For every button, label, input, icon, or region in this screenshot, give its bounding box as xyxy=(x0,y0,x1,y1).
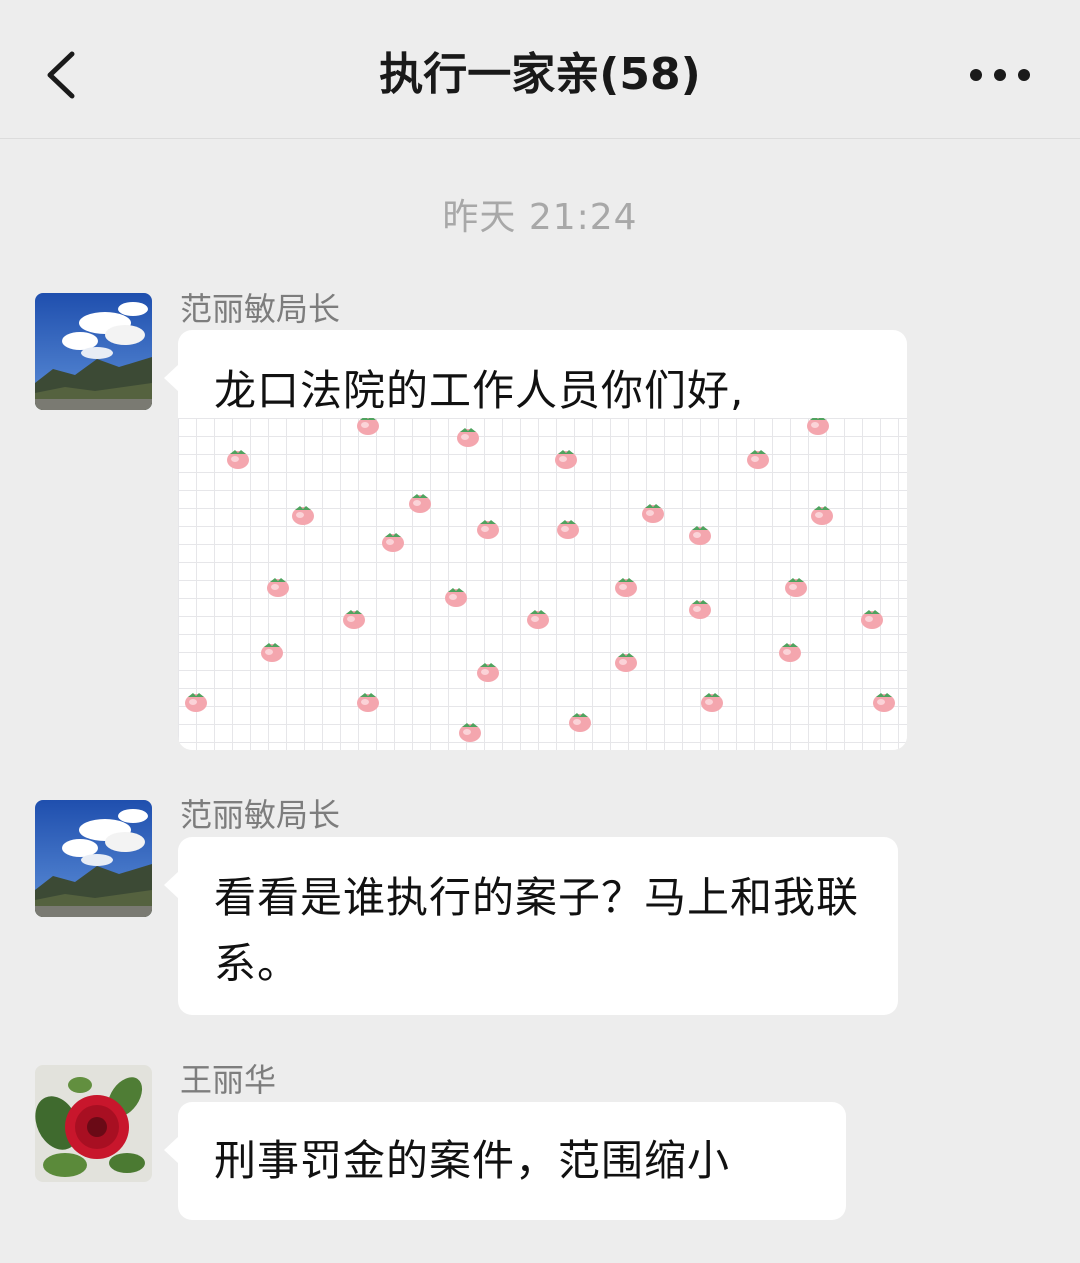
more-button[interactable] xyxy=(960,50,1040,100)
message-text: 龙口法院的工作人员你们好, xyxy=(214,366,745,415)
strawberry-icon xyxy=(445,588,467,607)
strawberry-icon xyxy=(615,578,637,597)
strawberry-icon xyxy=(527,610,549,629)
strawberry-icon xyxy=(569,713,591,732)
strawberry-icon xyxy=(557,520,579,539)
strawberry-icon xyxy=(267,578,289,597)
strawberry-icon xyxy=(811,506,833,525)
strawberry-icon xyxy=(779,643,801,662)
sender-avatar[interactable] xyxy=(35,800,152,917)
sender-name: 范丽敏局长 xyxy=(180,290,341,328)
strawberry-icon xyxy=(615,653,637,672)
strawberry-icon xyxy=(555,450,577,469)
sender-name: 范丽敏局长 xyxy=(180,796,341,834)
strawberry-icon xyxy=(477,663,499,682)
strawberry-icon xyxy=(873,693,895,712)
strawberry-icon xyxy=(261,643,283,662)
strawberry-icon xyxy=(382,533,404,552)
strawberry-icon xyxy=(701,693,723,712)
navigation-bar: 执行一家亲(58) xyxy=(0,0,1080,139)
sender-name: 王丽华 xyxy=(180,1061,277,1099)
message-timestamp: 昨天 21:24 xyxy=(442,197,638,238)
strawberry-icon xyxy=(477,520,499,539)
chat-title: 执行一家亲(58) xyxy=(379,49,701,100)
strawberry-paper-image xyxy=(178,418,907,750)
sender-avatar[interactable] xyxy=(35,293,152,410)
strawberry-icon xyxy=(185,693,207,712)
message-text: 看看是谁执行的案子？马上和我联系。 xyxy=(214,873,860,988)
ellipsis-icon xyxy=(970,69,1030,81)
strawberry-icon xyxy=(343,610,365,629)
strawberry-icon xyxy=(227,450,249,469)
back-button[interactable] xyxy=(28,40,98,110)
strawberry-icon xyxy=(642,504,664,523)
strawberry-icon xyxy=(747,450,769,469)
strawberry-icon xyxy=(807,418,829,435)
message-bubble[interactable]: 看看是谁执行的案子？马上和我联系。 xyxy=(164,837,898,1015)
flower-avatar-image xyxy=(35,1065,152,1182)
strawberry-icon xyxy=(689,600,711,619)
sender-avatar[interactable] xyxy=(35,1065,152,1182)
strawberry-icon xyxy=(459,723,481,742)
landscape-avatar-image xyxy=(35,293,152,410)
strawberry-icon xyxy=(689,526,711,545)
strawberry-icon xyxy=(292,506,314,525)
strawberry-icon xyxy=(457,428,479,447)
strawberry-icon xyxy=(785,578,807,597)
message-bubble[interactable]: 龙口法院的工作人员你们好, xyxy=(164,330,907,750)
strawberry-icon xyxy=(357,418,379,435)
strawberry-icon xyxy=(409,494,431,513)
message-bubble[interactable]: 刑事罚金的案件，范围缩小 xyxy=(164,1102,846,1220)
message-text: 刑事罚金的案件，范围缩小 xyxy=(214,1136,731,1185)
strawberry-icon xyxy=(357,693,379,712)
strawberry-icon xyxy=(861,610,883,629)
chevron-left-icon xyxy=(47,51,75,99)
landscape-avatar-image xyxy=(35,800,152,917)
